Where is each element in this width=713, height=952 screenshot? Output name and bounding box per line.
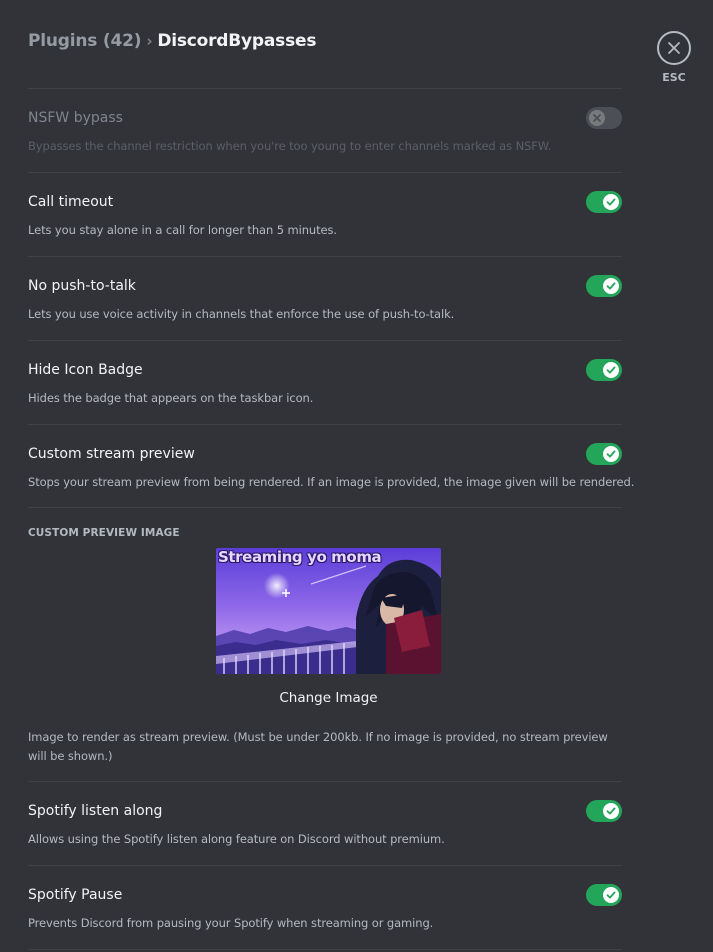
toggle-knob [603,446,619,462]
setting-description: Prevents Discord from pausing your Spoti… [28,916,434,930]
setting-title: Hide Icon Badge [28,362,143,378]
toggle-knob [603,278,619,294]
divider [28,340,622,341]
divider [28,949,622,950]
no-push-to-talk-toggle[interactable] [586,275,622,297]
esc-label: ESC [662,71,686,84]
toggle-knob [603,803,619,819]
spotify-listen-along-toggle[interactable] [586,800,622,822]
toggle-knob [589,110,605,126]
divider [28,424,622,425]
setting-title: Call timeout [28,194,114,210]
breadcrumb-separator: › [146,32,153,50]
setting-spotify-pause: Spotify Pause Prevents Discord from paus… [28,884,622,930]
hide-icon-badge-toggle[interactable] [586,359,622,381]
toggle-knob [603,194,619,210]
divider [28,88,622,89]
setting-hide-icon-badge: Hide Icon Badge Hides the badge that app… [28,359,622,405]
setting-title: Custom stream preview [28,446,195,462]
check-icon [606,282,616,290]
nsfw-bypass-toggle[interactable] [586,107,622,129]
setting-description: Lets you stay alone in a call for longer… [28,223,337,237]
breadcrumb: Plugins (42) › DiscordBypasses [28,31,316,51]
close-control: ESC [657,31,691,84]
setting-call-timeout: Call timeout Lets you stay alone in a ca… [28,191,622,237]
spotify-pause-toggle[interactable] [586,884,622,906]
setting-title: No push-to-talk [28,278,136,294]
page-title: DiscordBypasses [157,31,317,51]
custom-stream-preview-toggle[interactable] [586,443,622,465]
setting-description: Allows using the Spotify listen along fe… [28,832,445,846]
check-icon [606,891,616,899]
custom-preview-image: Streaming yo moma [216,548,441,674]
setting-custom-stream-preview: Custom stream preview Stops your stream … [28,443,635,489]
toggle-knob [603,362,619,378]
toggle-knob [603,887,619,903]
divider [28,865,622,866]
setting-description: Bypasses the channel restriction when yo… [28,139,552,153]
setting-title: NSFW bypass [28,110,123,126]
setting-description: Stops your stream preview from being ren… [28,475,635,489]
preview-image-caption: Streaming yo moma [218,548,382,566]
custom-preview-description: Image to render as stream preview. (Must… [28,730,608,763]
divider [28,172,622,173]
check-icon [606,198,616,206]
setting-title: Spotify Pause [28,887,123,903]
setting-description: Lets you use voice activity in channels … [28,307,455,321]
setting-no-push-to-talk: No push-to-talk Lets you use voice activ… [28,275,622,321]
call-timeout-toggle[interactable] [586,191,622,213]
x-icon [593,114,601,122]
divider [28,256,622,257]
setting-description: Hides the badge that appears on the task… [28,391,314,405]
custom-preview-section-label: CUSTOM PREVIEW IMAGE [28,527,180,539]
setting-nsfw-bypass: NSFW bypass Bypasses the channel restric… [28,107,622,153]
setting-spotify-listen-along: Spotify listen along Allows using the Sp… [28,800,622,846]
close-icon [668,42,680,54]
divider [28,781,622,782]
check-icon [606,807,616,815]
divider [28,507,622,508]
check-icon [606,366,616,374]
check-icon [606,450,616,458]
setting-title: Spotify listen along [28,803,163,819]
close-button[interactable] [657,31,691,65]
change-image-button[interactable]: Change Image [216,690,441,706]
breadcrumb-plugins-link[interactable]: Plugins (42) [28,31,142,51]
preview-image-artwork [216,548,441,674]
